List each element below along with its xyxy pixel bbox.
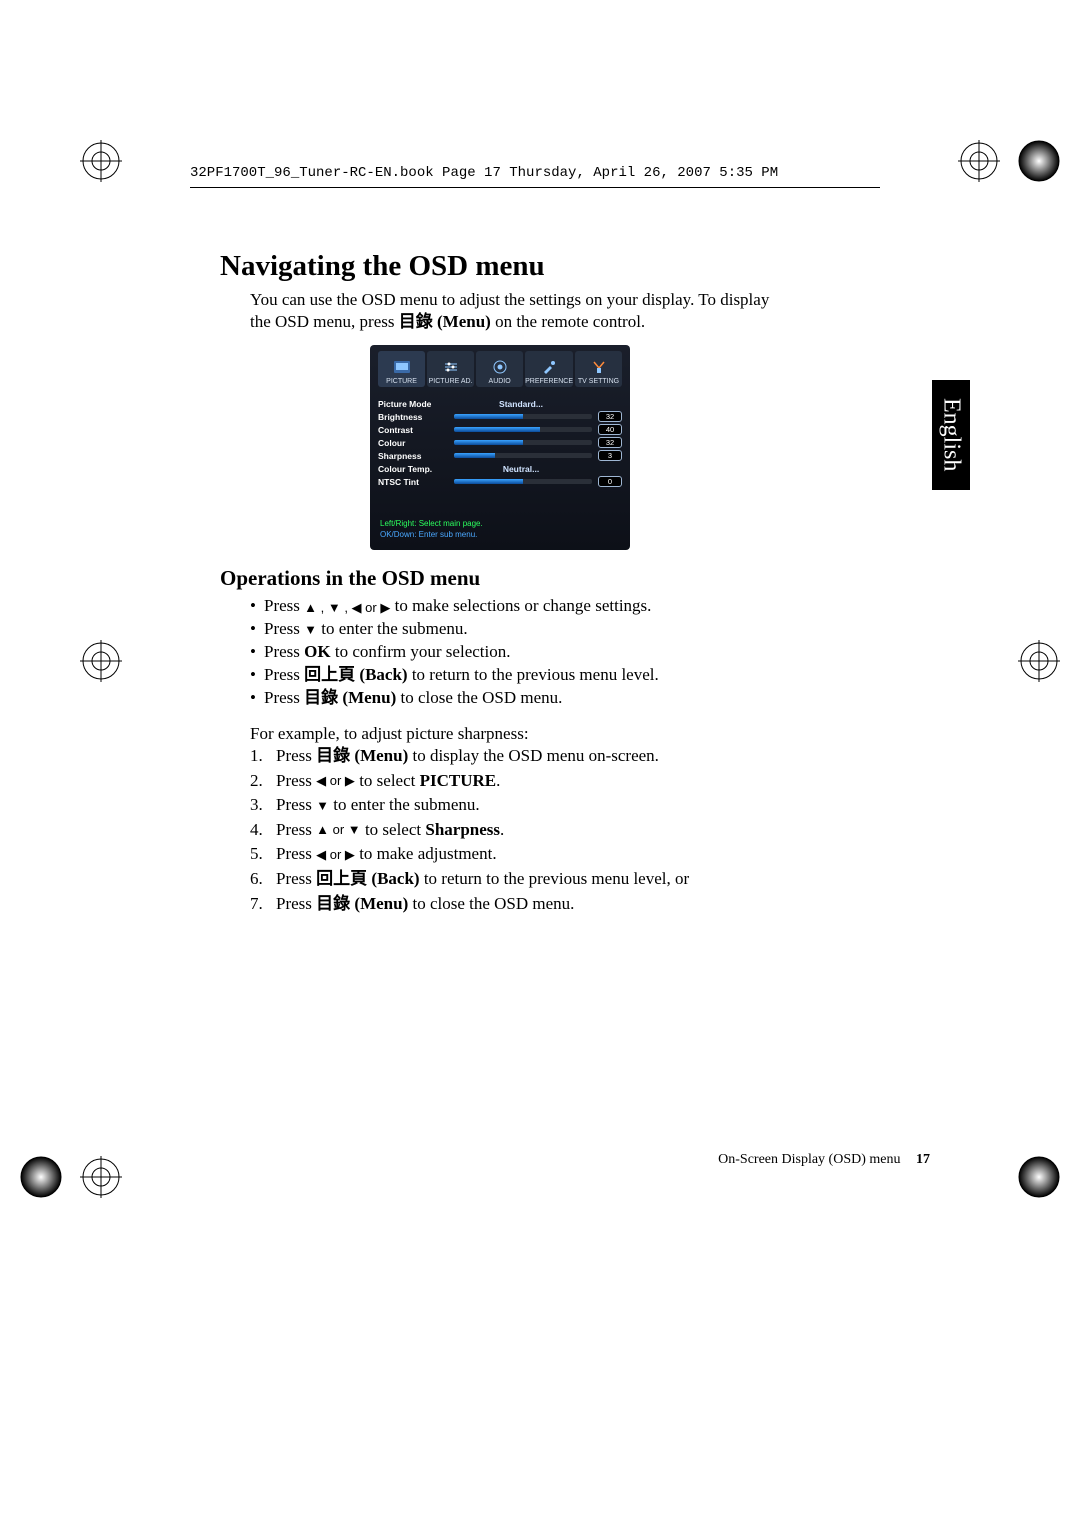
osd-setting-row: Contrast 40 [378,423,622,436]
registration-mark-icon [80,640,122,682]
bullet-icon: • [250,618,264,641]
osd-setting-value: Neutral... [448,464,594,474]
osd-setting-row: Picture ModeStandard... [378,397,622,410]
registration-mark-icon [1018,1156,1060,1198]
osd-screenshot: PICTURE PICTURE AD. AUDIO PREFERENCE TV … [370,345,630,550]
osd-setting-row: Brightness 32 [378,410,622,423]
osd-setting-label: Picture Mode [378,399,448,409]
operation-item: •Press 目錄 (Menu) to close the OSD menu. [250,687,780,710]
registration-mark-icon [1018,140,1060,182]
operation-text: Press 目錄 (Menu) to close the OSD menu. [264,687,562,710]
osd-hints: Left/Right: Select main page. OK/Down: E… [380,519,483,540]
osd-tab-picture-ad: PICTURE AD. [427,351,474,387]
operation-text: Press 回上頁 (Back) to return to the previo… [264,664,659,687]
osd-tab-tv-setting: TV SETTING [575,351,622,387]
operation-text: Press ▼ to enter the submenu. [264,618,468,641]
osd-setting-label: NTSC Tint [378,477,448,487]
operation-text: Press OK to confirm your selection. [264,641,510,664]
operation-item: •Press ▲ , ▼ , ◀ or ▶ to make selections… [250,595,780,618]
step-item: Press 回上頁 (Back) to return to the previo… [250,867,780,892]
language-tab: English [932,380,970,490]
osd-setting-label: Colour [378,438,448,448]
operation-item: •Press 回上頁 (Back) to return to the previ… [250,664,780,687]
osd-tab-label: PICTURE AD. [429,378,473,385]
osd-setting-number: 3 [598,450,622,461]
step-item: Press ◀ or ▶ to make adjustment. [250,842,780,867]
registration-mark-icon [80,1156,122,1198]
intro-text-tail: on the remote control. [491,312,645,331]
osd-tab-picture: PICTURE [378,351,425,387]
osd-setting-label: Brightness [378,412,448,422]
picture-icon [393,358,411,376]
osd-slider [454,427,592,432]
osd-setting-label: Sharpness [378,451,448,461]
intro-paragraph: You can use the OSD menu to adjust the s… [250,289,780,333]
operations-list: •Press ▲ , ▼ , ◀ or ▶ to make selections… [250,595,780,710]
section-heading: Operations in the OSD menu [220,566,780,591]
osd-setting-label: Colour Temp. [378,464,448,474]
bullet-icon: • [250,664,264,687]
page-number: 17 [916,1152,930,1167]
menu-button-en: (Menu) [433,312,491,331]
registration-mark-icon [958,140,1000,182]
osd-setting-row: Colour Temp.Neutral... [378,462,622,475]
osd-setting-number: 32 [598,437,622,448]
registration-mark-icon [1018,640,1060,682]
manual-page: 32PF1700T_96_Tuner-RC-EN.book Page 17 Th… [0,0,1080,1528]
divider [190,187,880,188]
osd-setting-number: 0 [598,476,622,487]
example-lead: For example, to adjust picture sharpness… [250,724,780,744]
page-content: Navigating the OSD menu You can use the … [220,250,780,916]
speaker-icon [491,358,509,376]
osd-settings-list: Picture ModeStandard...Brightness32Contr… [378,397,622,488]
osd-tab-audio: AUDIO [476,351,523,387]
step-item: Press 目錄 (Menu) to close the OSD menu. [250,892,780,917]
osd-slider [454,479,592,484]
osd-setting-number: 32 [598,411,622,422]
menu-button-cjk: 目錄 [399,312,433,331]
running-head-text: 32PF1700T_96_Tuner-RC-EN.book Page 17 Th… [190,165,778,181]
osd-hint-nav: Left/Right: Select main page. [380,519,483,529]
steps-list: Press 目錄 (Menu) to display the OSD menu … [250,744,780,916]
page-title: Navigating the OSD menu [220,250,780,283]
bullet-icon: • [250,595,264,618]
osd-tab-label: TV SETTING [578,378,619,385]
registration-mark-icon [20,1156,62,1198]
sliders-icon [442,358,460,376]
osd-hint-enter: OK/Down: Enter sub menu. [380,530,483,540]
language-tab-label: English [938,398,965,471]
antenna-icon [590,358,608,376]
osd-tab-label: PREFERENCE [525,378,573,385]
bullet-icon: • [250,687,264,710]
osd-setting-label: Contrast [378,425,448,435]
osd-setting-number: 40 [598,424,622,435]
osd-setting-value: Standard... [448,399,594,409]
osd-tab-label: PICTURE [386,378,417,385]
osd-slider [454,414,592,419]
osd-tab-bar: PICTURE PICTURE AD. AUDIO PREFERENCE TV … [378,351,622,387]
running-head: 32PF1700T_96_Tuner-RC-EN.book Page 17 Th… [190,165,778,181]
osd-slider [454,453,592,458]
footer-section-name: On-Screen Display (OSD) menu [718,1152,900,1167]
operation-item: •Press OK to confirm your selection. [250,641,780,664]
page-footer: On-Screen Display (OSD) menu 17 [718,1152,930,1168]
operation-text: Press ▲ , ▼ , ◀ or ▶ to make selections … [264,595,651,618]
registration-mark-icon [80,140,122,182]
operation-item: •Press ▼ to enter the submenu. [250,618,780,641]
osd-setting-row: Colour 32 [378,436,622,449]
step-item: Press ▼ to enter the submenu. [250,793,780,818]
osd-tab-preference: PREFERENCE [525,351,573,387]
osd-setting-row: NTSC Tint 0 [378,475,622,488]
tools-icon [540,358,558,376]
bullet-icon: • [250,641,264,664]
osd-slider [454,440,592,445]
step-item: Press ▲ or ▼ to select Sharpness. [250,818,780,843]
osd-setting-row: Sharpness 3 [378,449,622,462]
step-item: Press 目錄 (Menu) to display the OSD menu … [250,744,780,769]
osd-tab-label: AUDIO [489,378,511,385]
step-item: Press ◀ or ▶ to select PICTURE. [250,769,780,794]
